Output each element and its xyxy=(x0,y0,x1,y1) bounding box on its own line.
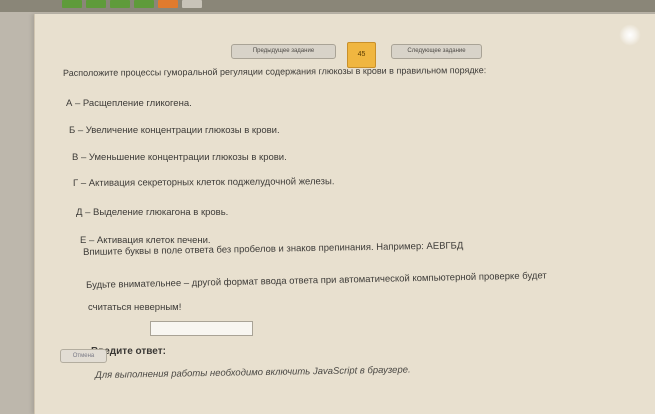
screen-glare xyxy=(619,24,641,46)
answer-input[interactable] xyxy=(150,321,253,336)
option-b: Б – Увеличение концентрации глюкозы в кр… xyxy=(69,125,280,136)
nav-tile[interactable] xyxy=(158,0,178,8)
task-number-badge: 45 xyxy=(347,42,376,68)
nav-tile[interactable] xyxy=(182,0,202,8)
nav-tile[interactable] xyxy=(86,0,106,8)
prev-task-button[interactable]: Предыдущее задание xyxy=(231,44,336,59)
cancel-button[interactable]: Отмена xyxy=(60,349,107,363)
next-task-button[interactable]: Следующее задание xyxy=(391,44,482,59)
task-navigation: Предыдущее задание 45 Следующее задание xyxy=(35,30,655,68)
nav-tile[interactable] xyxy=(62,0,82,8)
option-d: Г – Активация секреторных клеток поджелу… xyxy=(73,176,335,189)
option-e: Д – Выделение глюкагона в кровь. xyxy=(76,207,229,218)
nav-tile[interactable] xyxy=(134,0,154,8)
option-c: В – Уменьшение концентрации глюкозы в кр… xyxy=(72,152,287,163)
option-a: А – Расщепление гликогена. xyxy=(66,98,192,109)
nav-tile[interactable] xyxy=(110,0,130,8)
warning-text-line2: считаться неверным! xyxy=(88,302,182,313)
